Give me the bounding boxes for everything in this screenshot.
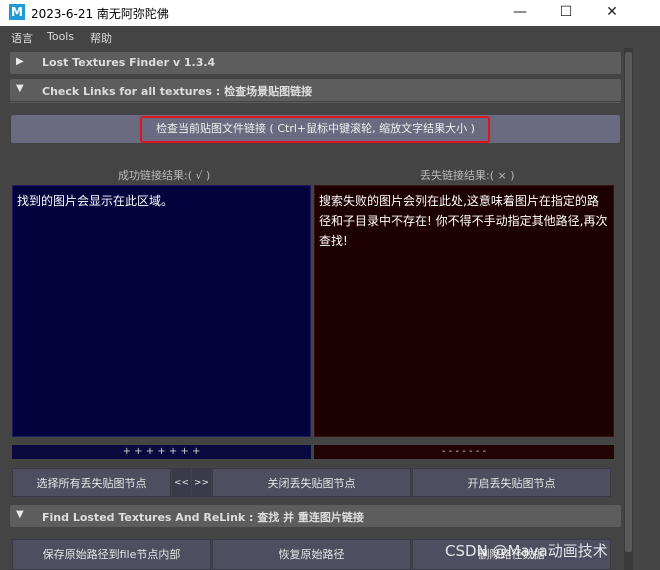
window-title-bar: M 2023-6-21 南无阿弥陀佛 — ☐ ✕ — [0, 0, 660, 26]
save-original-path-button[interactable]: 保存原始路径到file节点内部 — [12, 539, 211, 570]
section-check-links[interactable]: ▼ Check Links for all textures : 检查场景贴图链… — [10, 79, 621, 101]
maya-app-icon: M — [9, 4, 25, 20]
maximize-button[interactable]: ☐ — [543, 0, 589, 26]
open-lost-nodes-button[interactable]: 开启丢失贴图节点 — [412, 468, 611, 497]
fail-status-bar: - - - - - - - — [314, 445, 614, 459]
csdn-watermark: CSDN @Maya动画技术 — [445, 542, 608, 560]
scrollbar-thumb[interactable] — [625, 52, 632, 552]
menu-tools[interactable]: Tools — [47, 30, 74, 43]
red-highlight-box — [140, 116, 490, 143]
select-all-lost-nodes-button[interactable]: 选择所有丢失贴图节点 — [12, 468, 171, 497]
menu-help[interactable]: 帮助 — [90, 30, 112, 46]
close-button[interactable]: ✕ — [589, 0, 635, 26]
right-edge-panel — [633, 48, 660, 570]
next-button[interactable]: >> — [192, 468, 211, 497]
section-find-relink[interactable]: ▼ Find Losted Textures And ReLink : 查找 并… — [10, 505, 621, 527]
section-lost-textures-finder[interactable]: ▶ Lost Textures Finder v 1.3.4 — [10, 52, 621, 74]
divider — [10, 102, 621, 103]
vertical-scrollbar[interactable] — [624, 48, 633, 570]
menu-language[interactable]: 语言 — [11, 30, 33, 46]
success-results-panel[interactable]: 找到的图片会显示在此区域。 — [12, 185, 311, 437]
fail-results-title: 丢失链接结果:( × ) — [420, 169, 515, 182]
menu-bar: 语言 Tools 帮助 — [0, 26, 660, 48]
minimize-button[interactable]: — — [497, 0, 543, 26]
window-title: 2023-6-21 南无阿弥陀佛 — [31, 7, 169, 21]
prev-button[interactable]: << — [172, 468, 191, 497]
fail-results-panel[interactable]: 搜索失败的图片会列在此处,这意味着图片在指定的路径和子目录中不存在! 你不得不手… — [314, 185, 614, 437]
close-lost-nodes-button[interactable]: 关闭丢失贴图节点 — [212, 468, 411, 497]
expanded-arrow-icon[interactable]: ▼ — [16, 83, 24, 94]
fail-results-text: 搜索失败的图片会列在此处,这意味着图片在指定的路径和子目录中不存在! 你不得不手… — [319, 194, 608, 248]
collapsed-arrow-icon[interactable]: ▶ — [16, 56, 24, 67]
success-status-bar: + + + + + + + — [12, 445, 311, 459]
restore-original-path-button[interactable]: 恢复原始路径 — [212, 539, 411, 570]
expanded-arrow-icon[interactable]: ▼ — [16, 509, 24, 520]
success-results-text: 找到的图片会显示在此区域。 — [17, 194, 174, 208]
section-label: Check Links for all textures : 检查场景贴图链接 — [42, 85, 313, 98]
success-results-title: 成功链接结果:( √ ) — [118, 169, 211, 182]
section-label: Lost Textures Finder v 1.3.4 — [42, 56, 216, 69]
section-label: Find Losted Textures And ReLink : 查找 并 重… — [42, 511, 364, 524]
